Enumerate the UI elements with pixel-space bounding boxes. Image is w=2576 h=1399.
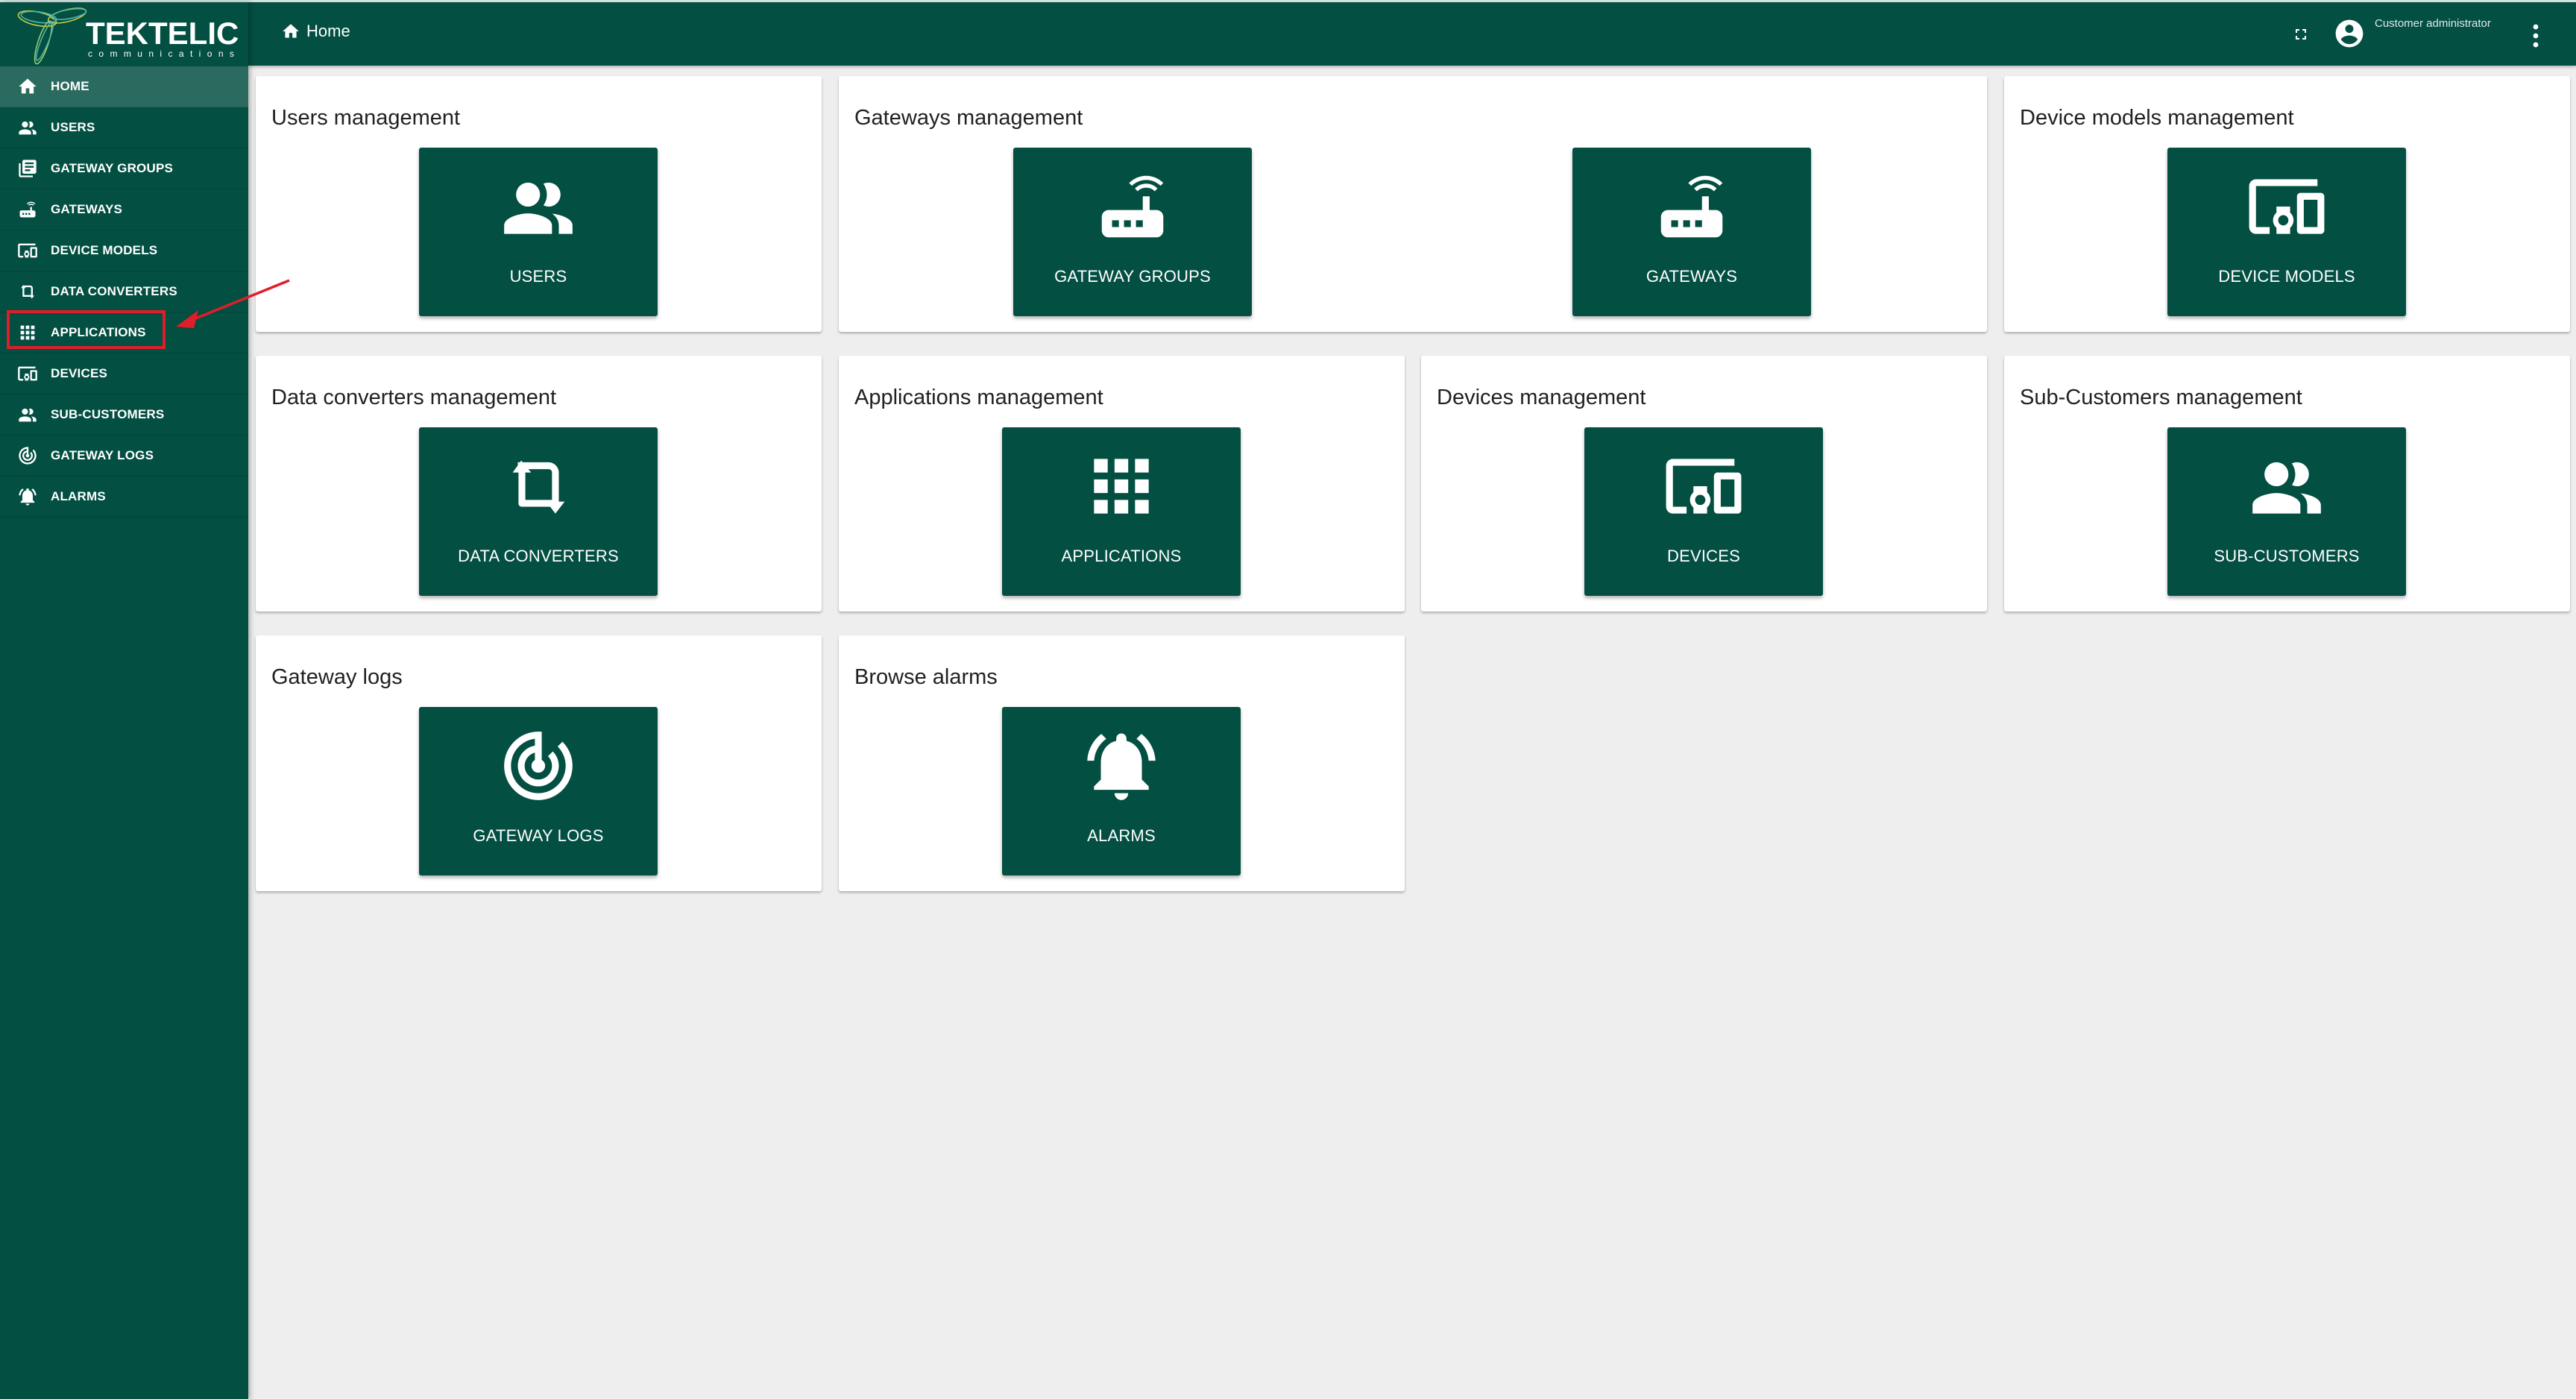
tile-alarms[interactable]: ALARMS bbox=[1002, 707, 1241, 875]
home-dashboard: Users management USERS Gateways manageme… bbox=[248, 66, 2576, 1399]
gateway-icon bbox=[1572, 166, 1811, 248]
account-circle-icon bbox=[2333, 17, 2366, 50]
sidebar-item-home[interactable]: HOME bbox=[0, 66, 248, 107]
sidebar-item-gateway-groups[interactable]: GATEWAY GROUPS bbox=[0, 148, 248, 189]
tile-label: SUB-CUSTOMERS bbox=[2214, 547, 2360, 565]
tile-label: GATEWAY GROUPS bbox=[1054, 267, 1211, 286]
tile-label: GATEWAYS bbox=[1646, 267, 1738, 286]
sidebar: TEKTELIC communications HOME USERS GATEW… bbox=[0, 2, 248, 1399]
tile-label: GATEWAY LOGS bbox=[473, 826, 604, 845]
tile-gateways[interactable]: GATEWAYS bbox=[1572, 148, 1811, 316]
card-title: Device models management bbox=[2020, 106, 2294, 130]
card-gateway-logs: Gateway logs GATEWAY LOGS bbox=[256, 635, 822, 891]
tile-applications[interactable]: APPLICATIONS bbox=[1002, 427, 1241, 596]
gateway-icon bbox=[1013, 166, 1252, 248]
sidebar-item-applications[interactable]: APPLICATIONS bbox=[0, 312, 248, 353]
breadcrumb-current: Home bbox=[306, 22, 350, 40]
sidebar-item-label: APPLICATIONS bbox=[51, 325, 146, 339]
card-title: Data converters management bbox=[271, 386, 557, 409]
card-devices-management: Devices management DEVICES bbox=[1421, 356, 1987, 612]
sidebar-item-data-converters[interactable]: DATA CONVERTERS bbox=[0, 271, 248, 312]
users-icon bbox=[16, 403, 39, 426]
users-icon bbox=[16, 116, 39, 139]
apps-grid-icon bbox=[16, 321, 39, 344]
tile-gateway-logs[interactable]: GATEWAY LOGS bbox=[419, 707, 658, 875]
tile-users[interactable]: USERS bbox=[419, 148, 658, 316]
tile-label: ALARMS bbox=[1087, 826, 1156, 845]
top-bar: Home Customer administrator bbox=[248, 2, 2576, 66]
sidebar-item-label: ALARMS bbox=[51, 489, 106, 503]
sidebar-item-label: USERS bbox=[51, 120, 95, 134]
card-users-management: Users management USERS bbox=[256, 76, 822, 332]
home-icon bbox=[281, 22, 300, 41]
card-title: Users management bbox=[271, 106, 461, 130]
card-title: Browse alarms bbox=[854, 665, 998, 689]
sidebar-item-alarms[interactable]: ALARMS bbox=[0, 477, 248, 518]
sidebar-item-label: GATEWAY GROUPS bbox=[51, 161, 174, 175]
sidebar-item-users[interactable]: USERS bbox=[0, 107, 248, 148]
gateway-groups-icon bbox=[16, 157, 39, 180]
sidebar-item-gateways[interactable]: GATEWAYS bbox=[0, 189, 248, 230]
tile-label: DEVICE MODELS bbox=[2218, 267, 2355, 286]
devices-icon bbox=[16, 362, 39, 385]
devices-icon bbox=[16, 239, 39, 262]
sidebar-item-label: DEVICE MODELS bbox=[51, 243, 158, 257]
tile-label: APPLICATIONS bbox=[1061, 547, 1182, 565]
sidebar-item-label: GATEWAYS bbox=[51, 202, 123, 216]
user-role: Customer administrator bbox=[2375, 17, 2491, 30]
logo-swirl-icon bbox=[17, 7, 87, 65]
sidebar-item-gateway-logs[interactable]: GATEWAY LOGS bbox=[0, 436, 248, 477]
card-title: Applications management bbox=[854, 386, 1103, 409]
card-device-models-management: Device models management DEVICE MODELS bbox=[2004, 76, 2570, 332]
card-data-converters-management: Data converters management DATA CONVERTE… bbox=[256, 356, 822, 612]
card-sub-customers-management: Sub-Customers management SUB-CUSTOMERS bbox=[2004, 356, 2570, 612]
sidebar-item-devices[interactable]: DEVICES bbox=[0, 353, 248, 394]
brand-name: TEKTELIC bbox=[86, 16, 239, 51]
tile-label: USERS bbox=[509, 267, 567, 286]
card-title: Sub-Customers management bbox=[2020, 386, 2302, 409]
sidebar-item-label: GATEWAY LOGS bbox=[51, 448, 154, 462]
tektelic-logo[interactable]: TEKTELIC communications bbox=[15, 4, 239, 65]
tile-sub-customers[interactable]: SUB-CUSTOMERS bbox=[2167, 427, 2406, 596]
sidebar-item-sub-customers[interactable]: SUB-CUSTOMERS bbox=[0, 394, 248, 436]
breadcrumb[interactable]: Home bbox=[281, 22, 350, 41]
sidebar-nav: HOME USERS GATEWAY GROUPS GATEWAYS DEVIC… bbox=[0, 66, 248, 518]
devices-icon bbox=[1584, 445, 1823, 527]
tile-gateway-groups[interactable]: GATEWAY GROUPS bbox=[1013, 148, 1252, 316]
crop-rotate-icon bbox=[16, 280, 39, 303]
tile-label: DEVICES bbox=[1667, 547, 1740, 565]
track-changes-icon bbox=[16, 444, 39, 467]
sidebar-item-label: HOME bbox=[51, 79, 89, 93]
tile-devices[interactable]: DEVICES bbox=[1584, 427, 1823, 596]
gateway-icon bbox=[16, 198, 39, 221]
crop-rotate-icon bbox=[419, 445, 658, 527]
users-icon bbox=[419, 166, 658, 248]
sidebar-item-device-models[interactable]: DEVICE MODELS bbox=[0, 230, 248, 271]
track-changes-icon bbox=[419, 725, 658, 807]
card-gateways-management: Gateways management GATEWAY GROUPS GATEW… bbox=[839, 76, 1987, 332]
card-applications-management: Applications management APPLICATIONS bbox=[839, 356, 1405, 612]
devices-icon bbox=[2167, 166, 2406, 248]
card-title: Devices management bbox=[1437, 386, 1646, 409]
fullscreen-button[interactable] bbox=[2290, 23, 2312, 45]
home-icon bbox=[16, 75, 39, 98]
alarm-bell-icon bbox=[1002, 725, 1241, 807]
card-browse-alarms: Browse alarms ALARMS bbox=[839, 635, 1405, 891]
sidebar-item-label: DATA CONVERTERS bbox=[51, 284, 177, 298]
tile-label: DATA CONVERTERS bbox=[458, 547, 619, 565]
user-avatar[interactable] bbox=[2333, 17, 2366, 50]
tile-data-converters[interactable]: DATA CONVERTERS bbox=[419, 427, 658, 596]
users-icon bbox=[2167, 445, 2406, 527]
apps-grid-icon bbox=[1002, 445, 1241, 527]
sidebar-item-label: DEVICES bbox=[51, 366, 108, 380]
more-vert-icon bbox=[2528, 23, 2543, 48]
tile-device-models[interactable]: DEVICE MODELS bbox=[2167, 148, 2406, 316]
fullscreen-icon bbox=[2292, 25, 2310, 43]
brand-subtitle: communications bbox=[88, 48, 241, 59]
sidebar-item-label: SUB-CUSTOMERS bbox=[51, 407, 165, 421]
more-menu-button[interactable] bbox=[2528, 23, 2543, 48]
alarm-bell-icon bbox=[16, 485, 39, 508]
card-title: Gateways management bbox=[854, 106, 1083, 130]
card-title: Gateway logs bbox=[271, 665, 403, 689]
